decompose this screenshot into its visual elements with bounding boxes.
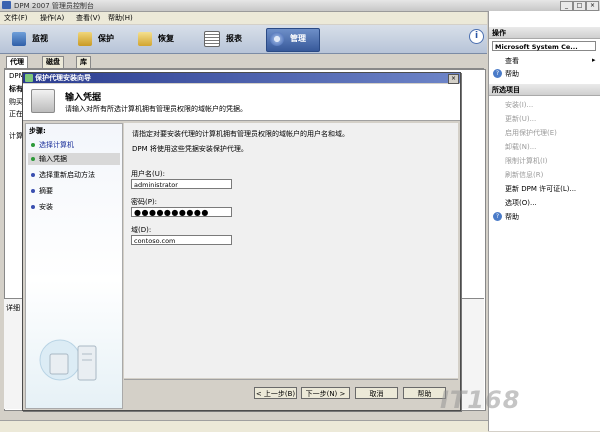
tab-management-label: 管理 — [290, 34, 306, 43]
action-help[interactable]: 帮助 — [505, 69, 519, 79]
action-view[interactable]: 查看 — [505, 56, 519, 66]
help-icon: ? — [493, 212, 502, 221]
steps-title: 步骤: — [29, 127, 46, 135]
action-install[interactable]: 安装(I)... — [505, 100, 533, 110]
step-summary: 摘要 — [29, 186, 119, 196]
username-field[interactable]: administrator — [131, 179, 232, 189]
action-options[interactable]: 选项(O)... — [505, 198, 537, 208]
action-update[interactable]: 更新(U)... — [505, 114, 536, 124]
menu-file[interactable]: 文件(F) — [4, 13, 28, 23]
dialog-title: 保护代理安装向导 — [23, 73, 460, 83]
subtab-disks[interactable]: 磁盘 — [42, 56, 64, 68]
tab-reporting[interactable]: 报表 — [204, 29, 242, 49]
wizard-steps: 步骤: 选择计算机 输入凭据 选择重新启动方法 摘要 安装 — [25, 123, 123, 409]
button-separator — [124, 379, 458, 380]
step-label: 选择计算机 — [39, 141, 74, 149]
install-agent-wizard: 保护代理安装向导 × 输入凭据 请输入对所有所选计算机拥有管理员权限的域帐户的凭… — [22, 72, 461, 411]
details-label: 详细 — [6, 304, 20, 312]
app-icon — [2, 1, 11, 9]
gear-icon — [270, 31, 284, 46]
password-field[interactable]: ●●●●●●●●●● — [131, 207, 232, 217]
tab-protection[interactable]: 保护 — [78, 29, 114, 49]
menu-action[interactable]: 操作(A) — [40, 13, 64, 23]
action-help-selected[interactable]: 帮助 — [505, 212, 519, 222]
tab-reporting-label: 报表 — [226, 34, 242, 43]
status-bar — [0, 420, 488, 432]
subtab-libraries[interactable]: 库 — [76, 56, 91, 68]
tab-management[interactable]: 管理 — [270, 29, 306, 49]
tab-monitor[interactable]: 监视 — [12, 29, 48, 49]
watermark-text: IT168 — [440, 386, 521, 414]
computer-illustration — [39, 339, 97, 381]
step-pending-icon — [31, 173, 35, 177]
password-label: 密码(P): — [131, 198, 158, 206]
help-icon: ? — [493, 69, 502, 78]
recovery-icon — [138, 31, 152, 46]
step-done-icon — [31, 143, 35, 147]
shield-icon — [78, 31, 92, 46]
back-button[interactable]: < 上一步(B) — [254, 387, 297, 399]
menu-bar: 文件(F) 操作(A) 查看(V) 帮助(H) — [0, 12, 487, 24]
tab-recovery[interactable]: 恢复 — [138, 29, 174, 49]
bg-label: 正在 — [9, 110, 23, 118]
credentials-form: 请指定对要安装代理的计算机拥有管理员权限的域帐户的用户名和域。 DPM 将使用这… — [124, 123, 458, 378]
domain-label: 域(D): — [131, 226, 152, 234]
menu-help[interactable]: 帮助(H) — [108, 13, 133, 23]
selected-items-header: 所选项目 — [489, 84, 600, 96]
dialog-header: 输入凭据 请输入对所有所选计算机拥有管理员权限的域帐户的凭据。 — [23, 84, 460, 121]
maximize-button[interactable]: □ — [573, 1, 586, 11]
step-select-computers[interactable]: 选择计算机 — [29, 140, 119, 150]
subtab-agents[interactable]: 代理 — [6, 56, 28, 68]
actions-header: 操作 — [489, 27, 600, 39]
next-button[interactable]: 下一步(N) > — [301, 387, 350, 399]
window-title: DPM 2007 管理员控制台 — [14, 2, 94, 10]
bg-label: 计算 — [9, 132, 23, 140]
actions-pane: 操作 Microsoft System Ce... 查看 ▸ ? 帮助 所选项目… — [488, 11, 600, 431]
step-pending-icon — [31, 205, 35, 209]
cancel-button[interactable]: 取消 — [355, 387, 398, 399]
action-refresh[interactable]: 刷新信息(R) — [505, 170, 543, 180]
bg-label: 购买 — [9, 98, 23, 106]
credentials-icon — [31, 89, 55, 113]
domain-field[interactable]: contoso.com — [131, 235, 232, 245]
submenu-arrow-icon: ▸ — [592, 56, 596, 64]
instruction-text: 请指定对要安装代理的计算机拥有管理员权限的域帐户的用户名和域。 — [132, 130, 349, 138]
tab-monitor-label: 监视 — [32, 34, 48, 43]
action-uninstall[interactable]: 卸载(N)... — [505, 142, 536, 152]
action-enable-agent[interactable]: 启用保护代理(E) — [505, 128, 557, 138]
note-text: DPM 将使用这些凭据安装保护代理。 — [132, 145, 248, 153]
sub-tabs: 代理 磁盘 库 — [4, 56, 484, 69]
info-icon[interactable]: i — [469, 29, 484, 44]
monitor-icon — [12, 31, 26, 46]
step-label: 摘要 — [39, 187, 53, 195]
minimize-button[interactable]: _ — [560, 1, 573, 11]
computer-name[interactable]: Microsoft System Ce... — [492, 41, 596, 51]
username-label: 用户名(U): — [131, 170, 165, 178]
step-restart-method: 选择重新启动方法 — [29, 170, 119, 180]
action-update-license[interactable]: 更新 DPM 许可证(L)... — [505, 184, 576, 194]
step-current-icon — [31, 157, 35, 161]
step-install: 安装 — [29, 202, 119, 212]
header-title: 输入凭据 — [65, 93, 102, 103]
report-icon — [204, 30, 220, 47]
step-enter-credentials[interactable]: 输入凭据 — [29, 154, 119, 164]
dialog-close-button[interactable]: × — [448, 74, 459, 84]
close-button[interactable]: × — [586, 1, 599, 11]
step-label: 安装 — [39, 203, 53, 211]
action-throttle[interactable]: 限制计算机(I) — [505, 156, 548, 166]
tab-protection-label: 保护 — [98, 34, 114, 43]
navigation-toolbar: 监视 保护 恢复 报表 管理 — [0, 25, 487, 54]
step-pending-icon — [31, 189, 35, 193]
step-label: 选择重新启动方法 — [39, 171, 95, 179]
header-subtitle: 请输入对所有所选计算机拥有管理员权限的域帐户的凭据。 — [65, 105, 247, 113]
tab-recovery-label: 恢复 — [158, 34, 174, 43]
step-label: 输入凭据 — [39, 155, 67, 163]
menu-view[interactable]: 查看(V) — [76, 13, 100, 23]
bg-label: 标有 — [9, 85, 23, 93]
wizard-icon — [25, 74, 33, 82]
